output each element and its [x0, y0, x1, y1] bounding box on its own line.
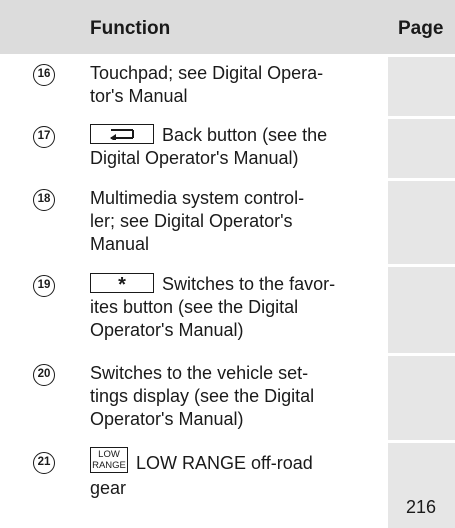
back-arrow-key-icon: [90, 124, 154, 145]
row-text-21: LOW RANGE LOW RANGE off-road gear: [90, 447, 382, 500]
row-number-19: 19: [33, 275, 55, 297]
row-number-18: 18: [33, 189, 55, 211]
row-line: Digital Operator's Manual): [90, 148, 299, 168]
row-line: LOW RANGE off-road: [136, 452, 313, 473]
row-line: Multimedia system control-: [90, 188, 305, 208]
row-text-18: Multimedia system control- ler; see Digi…: [90, 187, 382, 256]
row-line: tor's Manual: [90, 86, 188, 106]
row-number-17: 17: [33, 126, 55, 148]
row-line: Switches to the vehicle set-: [90, 363, 309, 383]
row-number-21: 21: [33, 452, 55, 474]
row-text-16: Touchpad; see Digital Opera- tor's Manua…: [90, 62, 382, 108]
row-separator: [0, 440, 455, 443]
row-text-17: Back button (see the Digital Operator's …: [90, 124, 382, 170]
row-line: tings display (see the Digital: [90, 386, 315, 406]
row-line: Switches to the favor-: [162, 274, 336, 294]
row-separator: [0, 116, 455, 119]
table-header: Function Page: [0, 0, 455, 54]
row-text-19: * Switches to the favor- ites button (see…: [90, 273, 382, 342]
row-line: gear: [90, 478, 127, 498]
row-separator: [0, 353, 455, 356]
row-line: ler; see Digital Operator's: [90, 211, 293, 231]
low-range-key-icon: LOW RANGE: [90, 447, 128, 473]
star-key-icon: *: [90, 273, 154, 296]
row-line: ites button (see the Digital: [90, 297, 299, 317]
low-range-key-bottom: RANGE: [92, 460, 126, 471]
row-separator: [0, 54, 455, 57]
header-function: Function: [90, 18, 171, 39]
row-separator: [0, 178, 455, 181]
low-range-key-top: LOW: [98, 449, 120, 460]
row-number-16: 16: [33, 64, 55, 86]
row-text-20: Switches to the vehicle set- tings displ…: [90, 362, 382, 431]
header-page: Page: [398, 18, 444, 39]
row-line: Operator's Manual): [90, 320, 244, 340]
row-line: Back button (see the: [162, 125, 328, 145]
row-number-20: 20: [33, 364, 55, 386]
function-table: Function Page 16 Touchpad; see Digital O…: [0, 0, 455, 528]
row-line: Operator's Manual): [90, 409, 244, 429]
row-page-21: 216: [406, 497, 437, 517]
page-column: [388, 54, 455, 528]
row-line: Touchpad; see Digital Opera-: [90, 63, 324, 83]
row-separator: [0, 264, 455, 267]
row-line: Manual: [90, 234, 150, 254]
